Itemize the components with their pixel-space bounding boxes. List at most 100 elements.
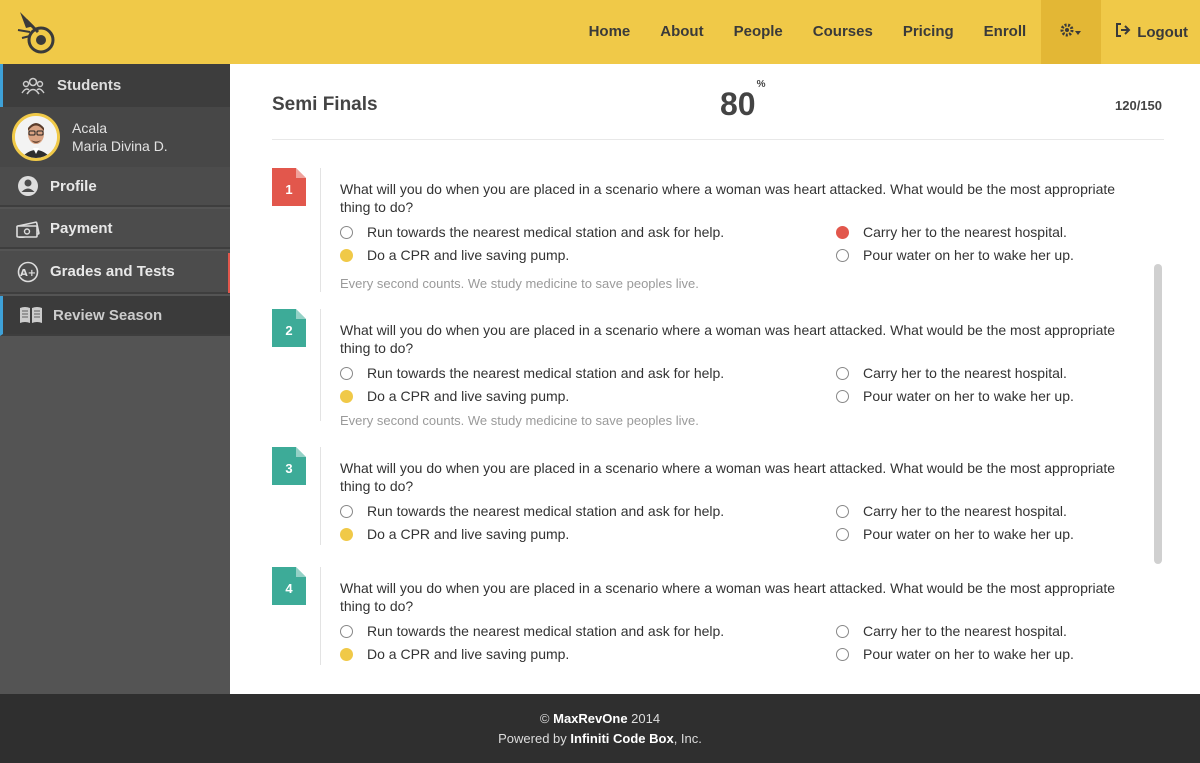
answer-option[interactable]: Run towards the nearest medical station … (340, 623, 724, 639)
sidebar-item-profile[interactable]: Profile (0, 167, 230, 207)
radio-button[interactable] (340, 366, 353, 380)
sidebar-item-grades[interactable]: A+ Grades and Tests (0, 251, 230, 294)
question-text: What will you do when you are placed in … (340, 580, 1116, 614)
radio-button[interactable] (836, 366, 849, 380)
radio-button[interactable] (340, 504, 353, 518)
radio-button[interactable] (836, 647, 849, 661)
radio-button[interactable] (836, 248, 849, 262)
option-label: Pour water on her to wake her up. (863, 388, 1074, 404)
answer-option[interactable]: Pour water on her to wake her up. (836, 646, 1074, 662)
answer-option[interactable]: Pour water on her to wake her up. (836, 388, 1074, 404)
radio-button-selected-wrong[interactable] (836, 225, 849, 239)
logo-icon[interactable] (16, 10, 58, 56)
logout-button[interactable]: Logout (1101, 0, 1200, 64)
option-label: Run towards the nearest medical station … (367, 224, 725, 240)
settings-menu-button[interactable] (1041, 0, 1102, 64)
question-number: 3 (285, 461, 293, 476)
option-label: Run towards the nearest medical station … (367, 503, 725, 519)
answer-option[interactable]: Do a CPR and live saving pump. (340, 526, 569, 542)
answer-option[interactable]: Do a CPR and live saving pump. (340, 247, 569, 263)
book-icon (19, 303, 43, 327)
score-unit: % (756, 79, 766, 91)
sidebar-item-review-season[interactable]: Review Season (0, 296, 230, 336)
question-hint: Every second counts. We study medicine t… (340, 413, 699, 428)
question-badge: 4 (272, 567, 306, 605)
footer: © MaxRevOne 2014 Powered by Infiniti Cod… (0, 694, 1200, 763)
question-number: 2 (285, 323, 293, 338)
nav-people[interactable]: People (719, 0, 798, 64)
radio-button-correct[interactable] (340, 389, 353, 403)
sidebar-item-label: Grades and Tests (50, 263, 175, 280)
answer-option[interactable]: Carry her to the nearest hospital. (836, 503, 1067, 519)
question-item: 1 What will you do when you are placed i… (272, 168, 1152, 298)
nav-courses[interactable]: Courses (798, 0, 888, 64)
radio-button[interactable] (340, 225, 353, 239)
answer-option[interactable]: Do a CPR and live saving pump. (340, 646, 569, 662)
radio-button[interactable] (836, 504, 849, 518)
avatar (12, 113, 60, 161)
question-item: 4 What will you do when you are placed i… (272, 567, 1152, 667)
answer-option[interactable]: Pour water on her to wake her up. (836, 247, 1074, 263)
divider (272, 139, 1164, 140)
money-icon (16, 216, 40, 240)
powered-by-label: Powered by (498, 731, 567, 746)
footer-powered-by: Powered by Infiniti Code Box, Inc. (0, 731, 1200, 746)
answer-option[interactable]: Run towards the nearest medical station … (340, 503, 724, 519)
sidebar: Students Acala Maria Divina D. Profile P… (0, 64, 230, 694)
scrollbar[interactable] (1154, 264, 1162, 564)
option-label: Run towards the nearest medical station … (367, 365, 725, 381)
user-full-name: Maria Divina D. (72, 138, 168, 154)
nav-home[interactable]: Home (574, 0, 646, 64)
question-number: 1 (285, 182, 293, 197)
option-label: Pour water on her to wake her up. (863, 526, 1074, 542)
score-value: 80 (720, 86, 756, 122)
question-item: 3 What will you do when you are placed i… (272, 447, 1152, 547)
radio-button-correct[interactable] (340, 647, 353, 661)
nav-pricing[interactable]: Pricing (888, 0, 969, 64)
footer-copyright: © MaxRevOne 2014 (0, 711, 1200, 726)
question-hint: Every second counts. We study medicine t… (340, 276, 699, 291)
question-count: 120/150 (1115, 98, 1162, 113)
main-content: Semi Finals 80% 120/150 1 What will you … (230, 64, 1200, 694)
sidebar-item-payment[interactable]: Payment (0, 209, 230, 249)
nav-enroll[interactable]: Enroll (969, 0, 1042, 64)
users-icon (21, 76, 45, 96)
question-text: What will you do when you are placed in … (340, 322, 1116, 356)
question-badge: 2 (272, 309, 306, 347)
answer-option[interactable]: Pour water on her to wake her up. (836, 526, 1074, 542)
logout-label: Logout (1137, 23, 1188, 41)
user-card[interactable]: Acala Maria Divina D. (0, 107, 230, 167)
user-first-name: Acala (72, 120, 108, 136)
score-display: 80% (720, 79, 766, 123)
option-label: Carry her to the nearest hospital. (863, 365, 1067, 381)
option-label: Do a CPR and live saving pump. (367, 247, 570, 263)
question-text: What will you do when you are placed in … (340, 460, 1116, 494)
radio-button[interactable] (836, 527, 849, 541)
answer-option[interactable]: Carry her to the nearest hospital. (836, 623, 1067, 639)
answer-option[interactable]: Run towards the nearest medical station … (340, 365, 724, 381)
answer-option[interactable]: Do a CPR and live saving pump. (340, 388, 569, 404)
answer-option[interactable]: Carry her to the nearest hospital. (836, 224, 1067, 240)
option-label: Carry her to the nearest hospital. (863, 623, 1067, 639)
answer-option[interactable]: Carry her to the nearest hospital. (836, 365, 1067, 381)
option-label: Do a CPR and live saving pump. (367, 646, 570, 662)
grade-icon: A+ (16, 260, 40, 284)
sidebar-students-header[interactable]: Students (0, 64, 230, 115)
radio-button[interactable] (340, 624, 353, 638)
logout-icon (1115, 23, 1131, 41)
answer-option[interactable]: Run towards the nearest medical station … (340, 224, 724, 240)
radio-button[interactable] (836, 389, 849, 403)
radio-button-correct[interactable] (340, 248, 353, 262)
option-label: Pour water on her to wake her up. (863, 646, 1074, 662)
nav-about[interactable]: About (645, 0, 718, 64)
top-navbar: Home About People Courses Pricing Enroll (0, 0, 1200, 64)
footer-company[interactable]: Infiniti Code Box (570, 731, 673, 746)
students-label: Students (57, 77, 122, 94)
company-suffix: , Inc. (673, 731, 702, 746)
footer-year: 2014 (631, 711, 661, 726)
question-item: 2 What will you do when you are placed i… (272, 309, 1152, 433)
radio-button[interactable] (836, 624, 849, 638)
option-label: Carry her to the nearest hospital. (863, 503, 1067, 519)
option-label: Run towards the nearest medical station … (367, 623, 725, 639)
radio-button-correct[interactable] (340, 527, 353, 541)
